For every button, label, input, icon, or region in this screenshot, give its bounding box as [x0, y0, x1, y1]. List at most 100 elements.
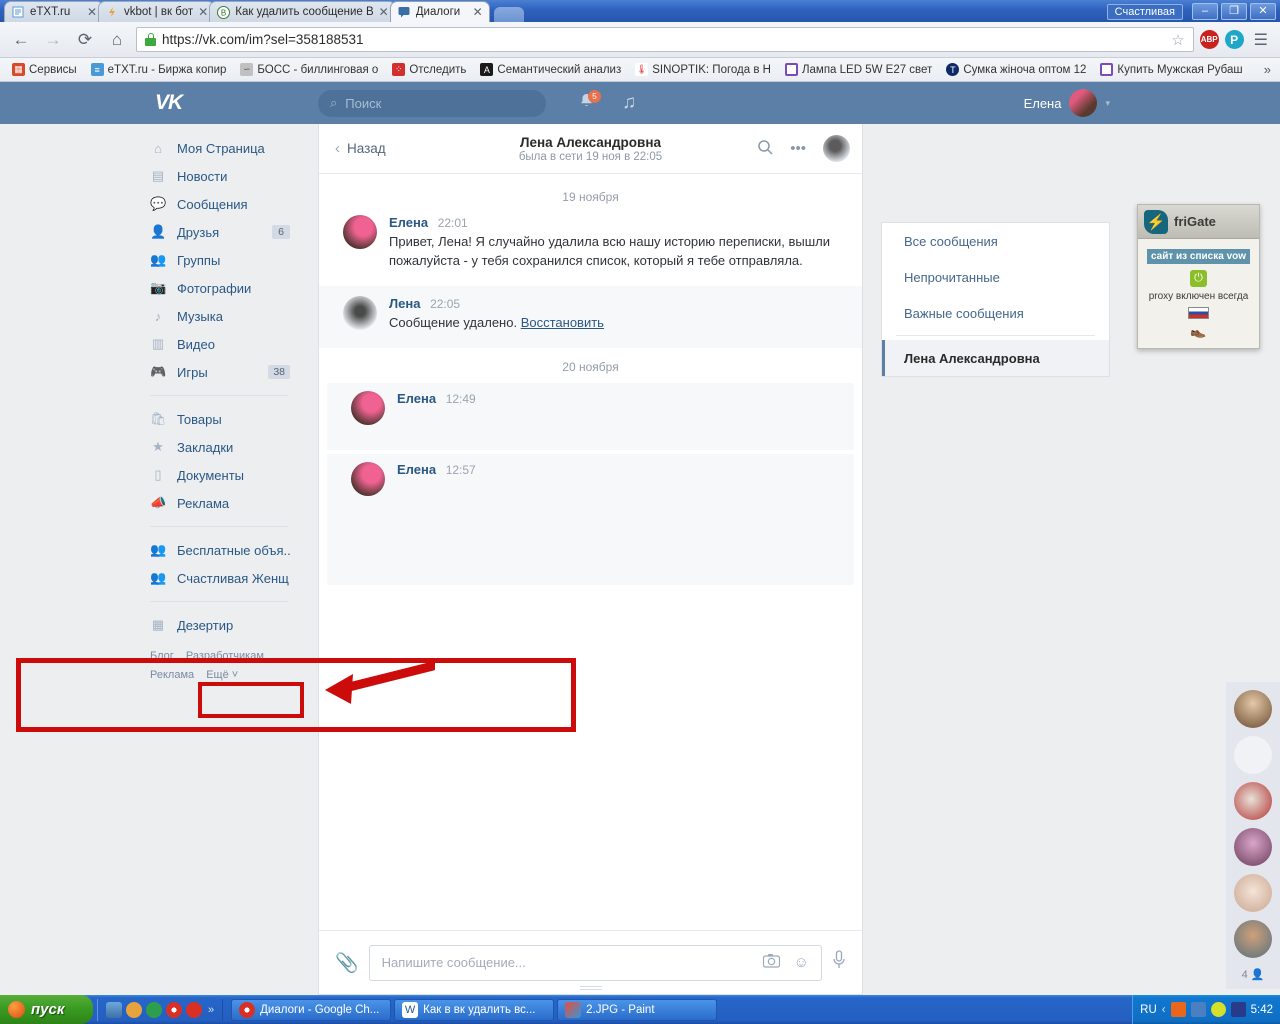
resize-grip[interactable]: [579, 986, 602, 990]
sidebar-item-photos[interactable]: 📷 Фотографии: [140, 274, 298, 302]
language-indicator[interactable]: RU: [1140, 1004, 1157, 1016]
home-icon[interactable]: ⌂: [104, 27, 130, 53]
browser-tab-2[interactable]: vkbot | вк бот ✕: [98, 1, 216, 22]
java-icon[interactable]: [1170, 1002, 1186, 1017]
bookmark-item[interactable]: Купить Мужская Рубаш: [1093, 63, 1249, 76]
contact-avatar[interactable]: [823, 135, 850, 162]
adblock-icon[interactable]: ABP: [1199, 30, 1219, 49]
bookmark-item[interactable]: ▦ Сервисы: [5, 63, 84, 76]
frigate-popup[interactable]: ⚡ friGate сайт из списка vow ⏻ proxy вкл…: [1137, 204, 1260, 349]
ellipsis-icon[interactable]: •••: [790, 140, 806, 157]
avatar[interactable]: [351, 391, 385, 425]
close-button[interactable]: ✕: [1250, 3, 1276, 20]
browser-tab-4-active[interactable]: Диалоги ✕: [389, 1, 490, 22]
browser-tab-1[interactable]: eTXT.ru ✕: [4, 1, 104, 22]
bookmark-item[interactable]: A Семантический анализ: [473, 63, 628, 76]
sidebar-item-games[interactable]: 🎮 Игры 38: [140, 358, 298, 386]
avatar[interactable]: [1234, 736, 1272, 774]
message-author[interactable]: Елена: [397, 462, 436, 477]
search-input[interactable]: ⌕ Поиск: [318, 89, 546, 117]
bookmark-item[interactable]: Лампа LED 5W E27 свет: [778, 63, 939, 76]
close-icon[interactable]: ✕: [473, 6, 483, 18]
quick-launch-overflow-icon[interactable]: »: [208, 1004, 214, 1016]
avatar[interactable]: [343, 215, 377, 249]
window-profile-tag[interactable]: Счастливая: [1106, 3, 1183, 20]
bookmark-star-icon[interactable]: ☆: [1171, 31, 1184, 49]
dialog-item-selected[interactable]: Лена Александровна: [882, 340, 1109, 376]
close-icon[interactable]: ✕: [379, 6, 389, 18]
chrome-icon[interactable]: [166, 1001, 182, 1018]
avatar[interactable]: [1234, 874, 1272, 912]
sidebar-item-dezertir[interactable]: ▦ Дезертир: [140, 611, 298, 639]
browser-menu-icon[interactable]: ☰: [1250, 30, 1272, 50]
bookmark-item[interactable]: ⁘ Отследить: [385, 63, 473, 76]
sidebar-item-friends[interactable]: 👤 Друзья 6: [140, 218, 298, 246]
search-icon[interactable]: [757, 139, 773, 159]
bookmark-item[interactable]: ∽ БОСС - биллинговая о: [233, 63, 385, 76]
p-extension-icon[interactable]: P: [1224, 30, 1244, 49]
new-tab-button[interactable]: [493, 7, 524, 22]
user-menu[interactable]: Елена ▾: [1024, 89, 1110, 117]
bookmarks-overflow-icon[interactable]: »: [1264, 62, 1275, 77]
sidebar-item-groups[interactable]: 👥 Группы: [140, 246, 298, 274]
sidebar-item-video[interactable]: ▥ Видео: [140, 330, 298, 358]
update-icon[interactable]: [1210, 1002, 1226, 1017]
forward-icon[interactable]: →: [40, 27, 66, 53]
taskbar-item-paint[interactable]: 2.JPG - Paint: [557, 998, 718, 1021]
sidebar-item-free-ads[interactable]: 👥 Бесплатные объя...: [140, 536, 298, 564]
message-author[interactable]: Лена: [389, 296, 420, 311]
bookmark-item[interactable]: T Сумка жіноча оптом 12: [939, 63, 1093, 76]
sidebar-item-documents[interactable]: ▯ Документы: [140, 461, 298, 489]
sidebar-item-ads[interactable]: 📣 Реклама: [140, 489, 298, 517]
bookmark-item[interactable]: ≡ eTXT.ru - Биржа копир: [84, 63, 234, 76]
restore-link[interactable]: Восстановить: [521, 315, 604, 330]
vk-logo[interactable]: VK: [155, 91, 183, 115]
sidebar-item-my-page[interactable]: ⌂ Моя Страница: [140, 134, 298, 162]
network-icon[interactable]: [1190, 1002, 1206, 1017]
filter-unread[interactable]: Непрочитанные: [882, 259, 1109, 295]
chevron-left-icon[interactable]: ‹: [1162, 1004, 1166, 1016]
avatar[interactable]: [1234, 690, 1272, 728]
start-button[interactable]: пуск: [0, 995, 93, 1024]
message-author[interactable]: Елена: [397, 391, 436, 406]
avatar[interactable]: [1234, 920, 1272, 958]
microphone-icon[interactable]: [832, 949, 846, 976]
taskbar-item-chrome[interactable]: Диалоги - Google Ch...: [231, 998, 392, 1021]
power-icon[interactable]: ⏻: [1190, 270, 1207, 287]
sidebar-item-happy-woman[interactable]: 👥 Счастливая Женщ...: [140, 564, 298, 592]
sidebar-item-goods[interactable]: 🛍 Товары: [140, 405, 298, 433]
minimize-button[interactable]: –: [1192, 3, 1218, 20]
avatar[interactable]: [1234, 828, 1272, 866]
browser-tab-3[interactable]: B Как удалить сообщение В ✕: [209, 1, 396, 22]
reload-icon[interactable]: ⟳: [72, 27, 98, 53]
filter-important[interactable]: Важные сообщения: [882, 295, 1109, 331]
shield-icon[interactable]: [1230, 1002, 1246, 1017]
filter-all-messages[interactable]: Все сообщения: [882, 223, 1109, 259]
opera-icon[interactable]: [146, 1001, 162, 1018]
camera-icon[interactable]: [762, 953, 780, 972]
avatar[interactable]: [1234, 782, 1272, 820]
avatar[interactable]: [343, 296, 377, 330]
address-bar[interactable]: https://vk.com/im?sel=358188531 ☆: [136, 27, 1194, 52]
close-icon[interactable]: ✕: [87, 6, 97, 18]
sidebar-item-music[interactable]: ♪ Музыка: [140, 302, 298, 330]
yandex-icon[interactable]: [186, 1001, 202, 1018]
amule-icon[interactable]: [126, 1001, 142, 1018]
maximize-button[interactable]: ❐: [1221, 3, 1247, 20]
music-note-icon[interactable]: ♫: [622, 92, 636, 114]
sidebar-item-messages[interactable]: 💬 Сообщения: [140, 190, 298, 218]
paperclip-icon[interactable]: 📎: [335, 951, 359, 975]
smiley-icon[interactable]: ☺: [794, 954, 809, 971]
avatar[interactable]: [351, 462, 385, 496]
taskbar-item-word[interactable]: W Как в вк удалить вс...: [394, 998, 555, 1021]
message-input[interactable]: Напишите сообщение... ☺: [368, 944, 822, 981]
bookmark-item[interactable]: 🌡 SINOPTIK: Погода в Н: [628, 63, 778, 76]
message-author[interactable]: Елена: [389, 215, 428, 230]
sidebar-item-bookmarks[interactable]: ★ Закладки: [140, 433, 298, 461]
messages-scroll-area[interactable]: 19 ноября Елена 22:01 Привет, Лена! Я сл…: [319, 174, 862, 994]
back-button[interactable]: ‹ Назад: [319, 140, 386, 157]
desktop-icon[interactable]: [106, 1001, 122, 1018]
sidebar-item-news[interactable]: ▤ Новости: [140, 162, 298, 190]
back-icon[interactable]: ←: [8, 27, 34, 53]
close-icon[interactable]: ✕: [198, 6, 208, 18]
